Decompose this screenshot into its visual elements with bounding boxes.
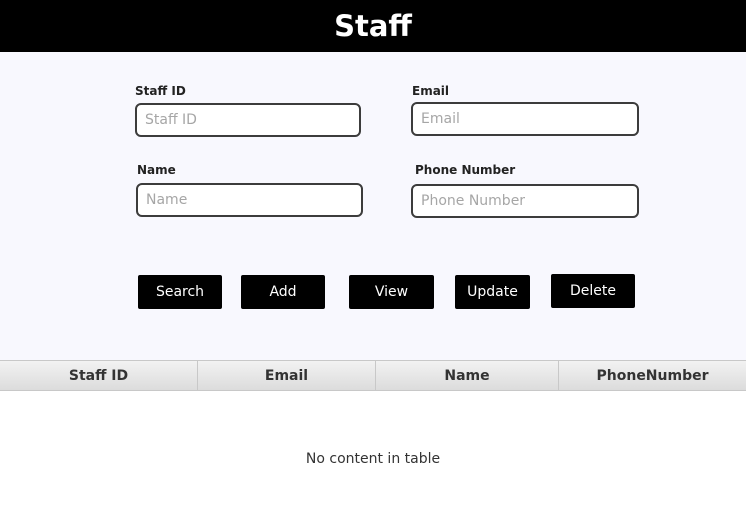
name-label: Name bbox=[137, 163, 176, 177]
staff-table-body: No content in table bbox=[0, 391, 746, 523]
search-button[interactable]: Search bbox=[138, 275, 222, 309]
page-title: Staff bbox=[334, 9, 412, 43]
staff-id-label: Staff ID bbox=[135, 84, 186, 98]
empty-table-message: No content in table bbox=[305, 451, 441, 467]
phone-number-input[interactable] bbox=[411, 184, 639, 218]
staff-table-header: Staff ID Email Name PhoneNumber bbox=[0, 360, 746, 391]
column-header-name[interactable]: Name bbox=[376, 361, 559, 390]
column-header-email[interactable]: Email bbox=[198, 361, 376, 390]
email-input[interactable] bbox=[411, 102, 639, 136]
name-input[interactable] bbox=[136, 183, 363, 217]
phone-number-label: Phone Number bbox=[415, 163, 516, 177]
column-header-phone-number[interactable]: PhoneNumber bbox=[559, 361, 746, 390]
add-button[interactable]: Add bbox=[241, 275, 325, 309]
staff-form: Staff ID Email Name Phone Number Search … bbox=[0, 52, 746, 360]
email-label: Email bbox=[412, 84, 450, 98]
column-header-staff-id[interactable]: Staff ID bbox=[0, 361, 198, 390]
view-button[interactable]: View bbox=[349, 275, 434, 309]
delete-button[interactable]: Delete bbox=[551, 274, 635, 308]
update-button[interactable]: Update bbox=[455, 275, 530, 309]
staff-id-input[interactable] bbox=[135, 103, 361, 137]
app-header: Staff bbox=[0, 0, 746, 52]
